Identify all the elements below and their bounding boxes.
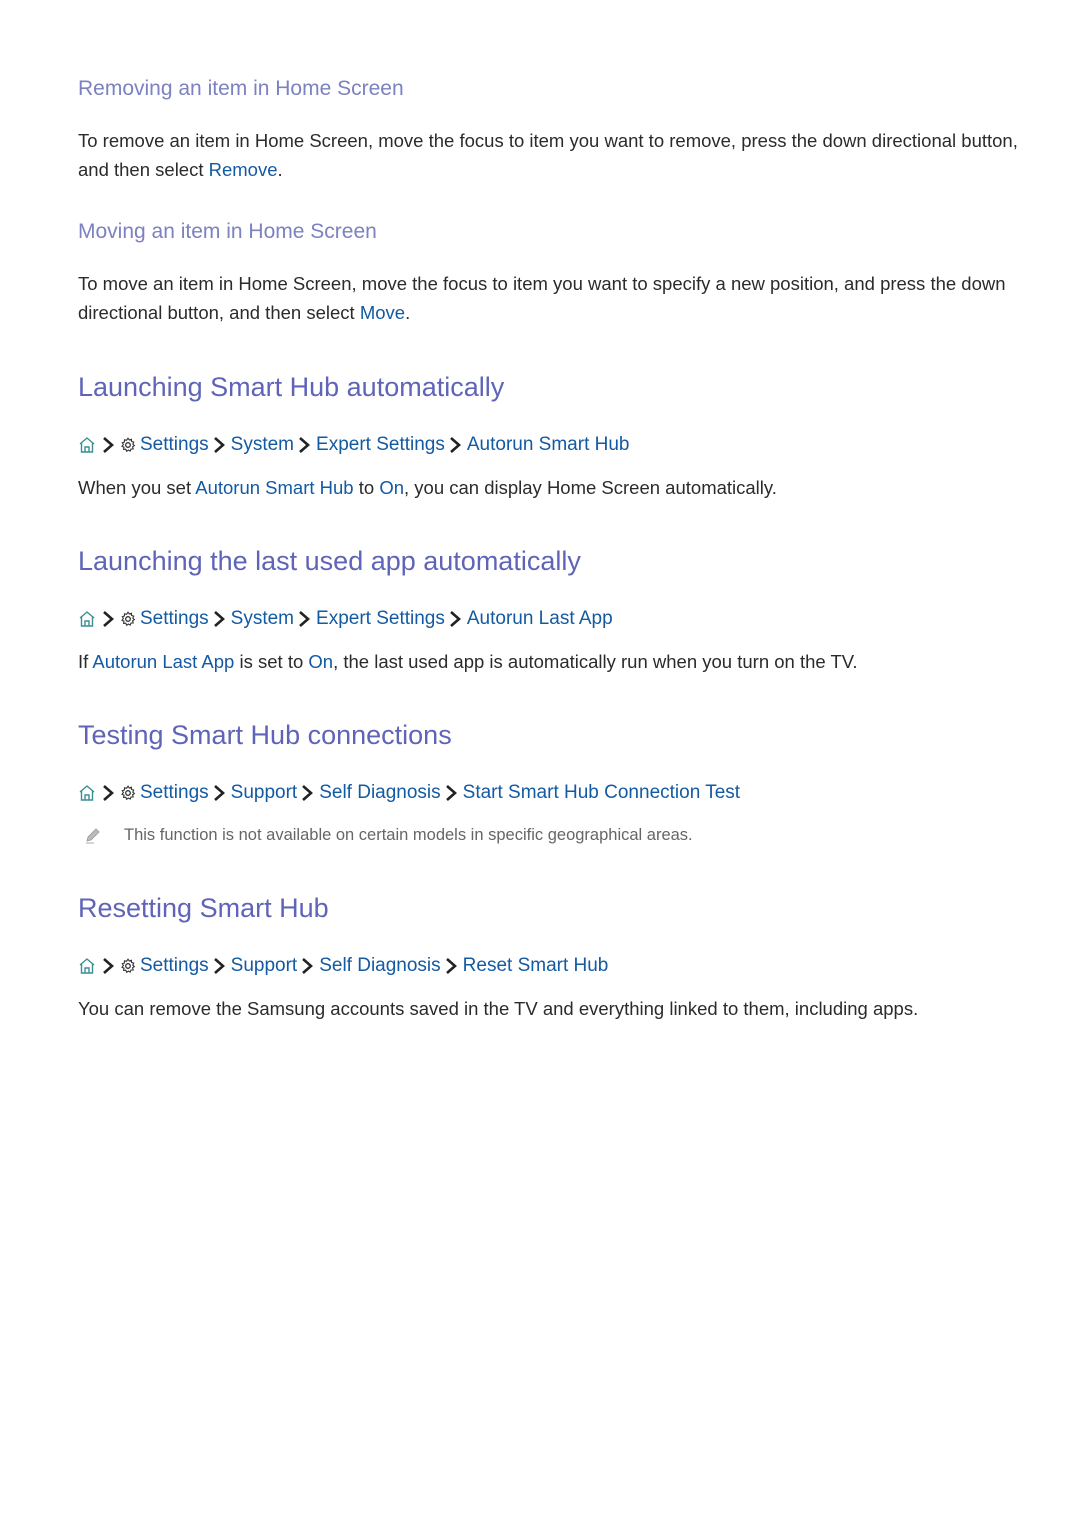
path-item-reset-smart-hub[interactable]: Reset Smart Hub	[463, 953, 609, 979]
body-text: to	[353, 477, 380, 498]
chevron-right-icon	[297, 436, 311, 454]
body-text: To move an item in Home Screen, move the…	[78, 273, 1006, 323]
chevron-right-icon	[444, 957, 458, 975]
body-text: is set to	[234, 651, 309, 672]
chevron-right-icon	[212, 957, 226, 975]
path-item-expert-settings[interactable]: Expert Settings	[316, 606, 445, 632]
section-body-launching-last-app: If Autorun Last App is set to On, the la…	[78, 647, 1018, 676]
home-icon	[78, 784, 96, 802]
chevron-right-icon	[448, 610, 462, 628]
body-text: .	[277, 159, 283, 180]
section-body-removing-item: To remove an item in Home Screen, move t…	[78, 126, 1018, 184]
gear-icon	[120, 437, 136, 453]
home-icon	[78, 957, 96, 975]
path-item-settings[interactable]: Settings	[140, 953, 209, 979]
section-heading-removing-item: Removing an item in Home Screen	[78, 77, 404, 100]
menu-path: Settings Support Self Diagnosis Reset Sm…	[78, 953, 608, 979]
chevron-right-icon	[101, 784, 115, 802]
link-move[interactable]: Move	[360, 302, 405, 323]
path-item-expert-settings[interactable]: Expert Settings	[316, 432, 445, 458]
chevron-right-icon	[212, 610, 226, 628]
path-item-system[interactable]: System	[231, 606, 294, 632]
body-text: , the last used app is automatically run…	[333, 651, 858, 672]
path-item-autorun-smart-hub[interactable]: Autorun Smart Hub	[467, 432, 630, 458]
chevron-right-icon	[212, 784, 226, 802]
path-item-autorun-last-app[interactable]: Autorun Last App	[467, 606, 613, 632]
section-body-launching-smart-hub: When you set Autorun Smart Hub to On, yo…	[78, 473, 1018, 502]
gear-icon	[120, 611, 136, 627]
home-icon	[78, 436, 96, 454]
chevron-right-icon	[212, 436, 226, 454]
chevron-right-icon	[101, 436, 115, 454]
chevron-right-icon	[448, 436, 462, 454]
section-body-moving-item: To move an item in Home Screen, move the…	[78, 269, 1018, 327]
path-item-self-diagnosis[interactable]: Self Diagnosis	[319, 953, 440, 979]
path-item-self-diagnosis[interactable]: Self Diagnosis	[319, 780, 440, 806]
body-text: .	[405, 302, 411, 323]
gear-icon	[120, 958, 136, 974]
menu-path: Settings Support Self Diagnosis Start Sm…	[78, 780, 740, 806]
section-heading-moving-item: Moving an item in Home Screen	[78, 220, 377, 243]
path-item-system[interactable]: System	[231, 432, 294, 458]
body-text: When you set	[78, 477, 196, 498]
section-heading-resetting-smart-hub: Resetting Smart Hub	[78, 893, 329, 923]
section-heading-launching-smart-hub: Launching Smart Hub automatically	[78, 372, 505, 402]
path-item-start-connection-test[interactable]: Start Smart Hub Connection Test	[463, 780, 740, 806]
pencil-icon	[86, 828, 100, 844]
section-heading-launching-last-app: Launching the last used app automaticall…	[78, 546, 581, 576]
path-item-settings[interactable]: Settings	[140, 780, 209, 806]
section-heading-testing-connections: Testing Smart Hub connections	[78, 720, 452, 750]
chevron-right-icon	[300, 957, 314, 975]
chevron-right-icon	[297, 610, 311, 628]
body-text: If	[78, 651, 93, 672]
note-text: This function is not available on certai…	[124, 826, 693, 844]
note: This function is not available on certai…	[78, 823, 693, 847]
path-item-support[interactable]: Support	[231, 953, 298, 979]
link-autorun-last-app[interactable]: Autorun Last App	[92, 651, 234, 672]
chevron-right-icon	[101, 610, 115, 628]
section-body-resetting-smart-hub: You can remove the Samsung accounts save…	[78, 998, 919, 1019]
menu-path: Settings System Expert Settings Autorun …	[78, 432, 630, 458]
link-on[interactable]: On	[379, 477, 404, 498]
home-icon	[78, 610, 96, 628]
chevron-right-icon	[444, 784, 458, 802]
path-item-settings[interactable]: Settings	[140, 432, 209, 458]
path-item-settings[interactable]: Settings	[140, 606, 209, 632]
chevron-right-icon	[300, 784, 314, 802]
link-on[interactable]: On	[308, 651, 333, 672]
body-text: , you can display Home Screen automatica…	[404, 477, 777, 498]
gear-icon	[120, 785, 136, 801]
menu-path: Settings System Expert Settings Autorun …	[78, 606, 613, 632]
link-autorun-smart-hub[interactable]: Autorun Smart Hub	[195, 477, 353, 498]
path-item-support[interactable]: Support	[231, 780, 298, 806]
chevron-right-icon	[101, 957, 115, 975]
link-remove[interactable]: Remove	[209, 159, 278, 180]
